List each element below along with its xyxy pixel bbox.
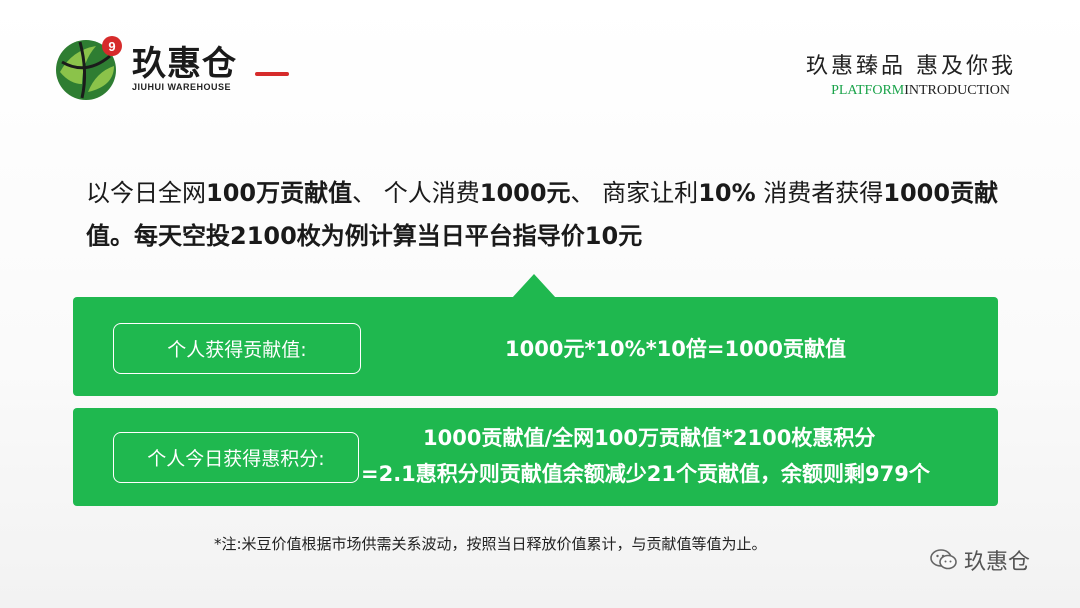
headline-bold: 100万贡献值 [206,179,353,207]
points-formula-line1: 1000贡献值/全网100万贡献值*2100枚惠积分 [423,426,876,450]
brand-logo-icon: 9 [56,36,122,100]
contribution-panel: 个人获得贡献值: 1000元*10%*10倍=1000贡献值 [73,297,998,396]
headline-bold: 10% [698,179,756,207]
header-slogan: 玖惠臻品 惠及你我 [806,54,1016,79]
brand-logo: 9 玖惠仓 JIUHUI WAREHOUSE [52,28,289,108]
contribution-label: 个人获得贡献值: [113,323,361,374]
brand-name-en: JIUHUI WAREHOUSE [132,82,232,92]
points-formula-line2: =2.1惠积分则贡献值余额减少21个贡献值，余额则剩979个 [361,462,930,486]
points-label: 个人今日获得惠积分: [113,432,359,483]
wechat-watermark: 玖惠仓 [930,544,1030,576]
brand-badge: 9 [108,39,115,54]
wechat-icon [930,549,957,570]
headline-part: 以今日全网 [86,179,206,207]
watermark-text: 玖惠仓 [964,550,1031,575]
intro-introduction: INTRODUCTION [904,83,1010,98]
brand-accent-bar [255,72,289,76]
points-panel: 个人今日获得惠积分: 1000贡献值/全网100万贡献值*2100枚惠积分 =2… [73,408,998,506]
headline-part: 消费者获得 [755,179,884,207]
contribution-formula: 1000元*10%*10倍=1000贡献值 [505,337,846,361]
panel-pointer [512,274,556,298]
headline-part: 、 个人消费 [352,179,480,207]
intro-platform: PLATFORM [831,83,905,98]
header-intro: PLATFORMINTRODUCTION [831,83,1010,99]
headline-bold: 1000元 [479,179,571,207]
headline-part: 、 商家让利 [570,179,699,207]
footnote: *注:米豆价值根据市场供需关系波动，按照当日释放价值累计，与贡献值等值为止。 [214,535,767,553]
headline-text: 以今日全网100万贡献值、 个人消费1000元、 商家让利10% 消费者获得10… [86,172,1006,258]
brand-name-cn: 玖惠仓 [132,44,237,84]
